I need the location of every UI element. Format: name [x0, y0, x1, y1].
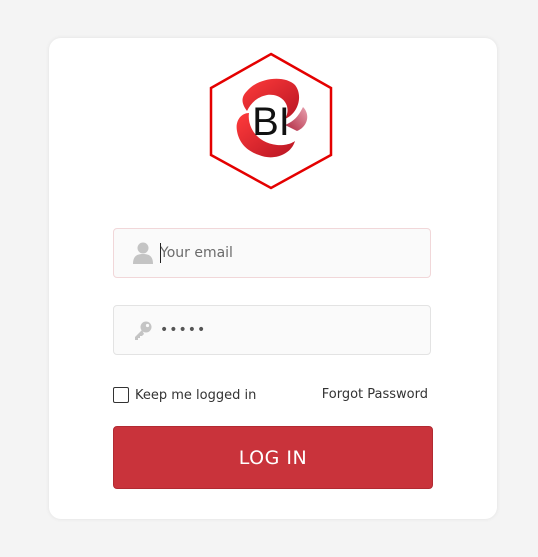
login-button[interactable]: LOG IN [113, 426, 433, 489]
key-icon [135, 321, 152, 340]
forgot-password-link[interactable]: Forgot Password [322, 387, 428, 402]
bi-logo: BI [209, 52, 333, 190]
remember-me[interactable]: Keep me logged in [113, 387, 256, 403]
logo-text: BI [252, 100, 290, 144]
email-input[interactable] [160, 229, 410, 277]
password-input[interactable]: ••••• [160, 320, 206, 340]
text-cursor [160, 243, 161, 263]
remember-checkbox[interactable] [113, 387, 129, 403]
user-icon [133, 242, 153, 264]
remember-label: Keep me logged in [135, 387, 257, 403]
password-field[interactable]: ••••• [113, 305, 431, 355]
login-card: BI ••••• Keep me logged in Forgot Passwo… [49, 38, 497, 519]
email-field[interactable] [113, 228, 431, 278]
